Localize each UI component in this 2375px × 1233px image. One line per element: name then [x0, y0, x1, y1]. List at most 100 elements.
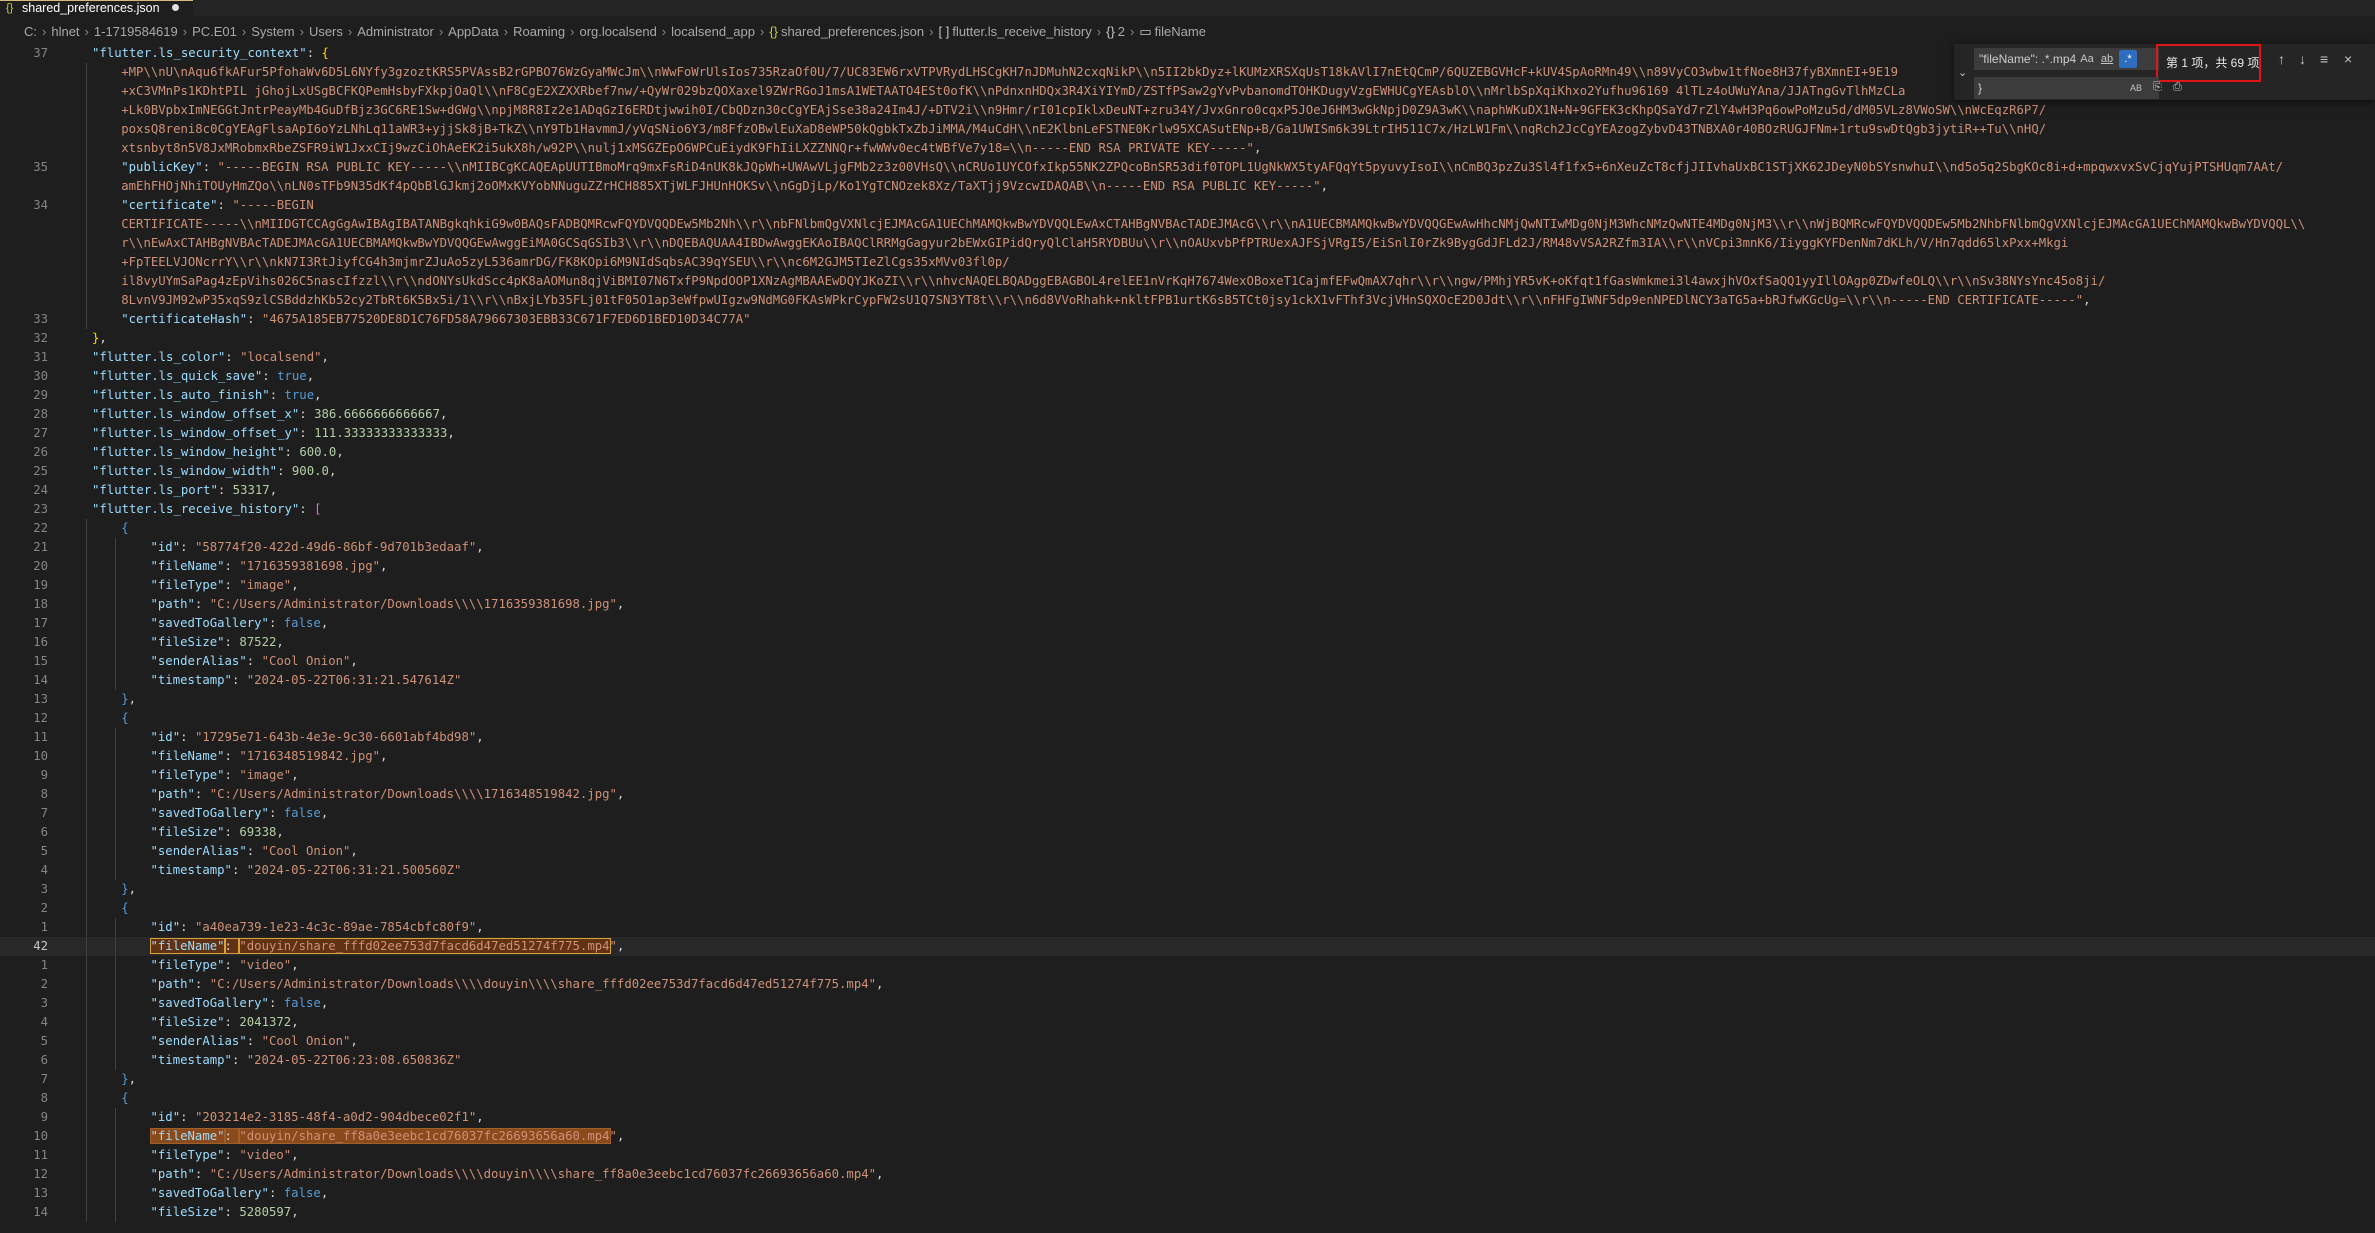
breadcrumb-item[interactable]: Users: [309, 24, 343, 39]
code-line[interactable]: 8 "path": "C:/Users/Administrator/Downloa…: [0, 785, 2375, 804]
previous-match-icon[interactable]: ↑: [2278, 52, 2285, 66]
breadcrumb-item[interactable]: 1-1719584619: [94, 24, 178, 39]
code-line[interactable]: 15 "senderAlias": "Cool Onion",: [0, 652, 2375, 671]
code-line[interactable]: 10 "fileName": "1716348519842.jpg",: [0, 747, 2375, 766]
regex-toggle[interactable]: .*: [2119, 50, 2137, 68]
code-line[interactable]: 4 "timestamp": "2024-05-22T06:31:21.50056…: [0, 861, 2375, 880]
code-line[interactable]: 32},: [0, 329, 2375, 348]
code-line[interactable]: 24 "flutter.ls_port": 53317,: [0, 481, 2375, 500]
unsaved-dot-icon[interactable]: [172, 4, 180, 11]
code-token: ,: [320, 616, 329, 630]
breadcrumb-item[interactable]: C:: [24, 24, 37, 39]
breadcrumb-item[interactable]: {} 2: [1106, 24, 1125, 39]
code-token: "savedToGallery": [150, 806, 269, 820]
code-line[interactable]: 4 "fileSize": 2041372,: [0, 1013, 2375, 1032]
breadcrumb-item[interactable]: PC.E01: [192, 24, 237, 39]
code-text: "certificateHash": "4675A185EB77520DE8D1…: [121, 310, 750, 329]
code-line[interactable]: +Lk0BVpbxImNEGGtJntrPeayMb4GuDfBjz3GC6RE…: [0, 101, 2375, 120]
breadcrumb-item[interactable]: localsend_app: [671, 24, 755, 39]
breadcrumb-item[interactable]: {} shared_preferences.json: [769, 24, 924, 39]
code-line[interactable]: poxsQ8reni8c0CgYEAgFlsaApI6oYzLNhLq11aWR…: [0, 120, 2375, 139]
code-line[interactable]: 9 "id": "203214e2-3185-48f4-a0d2-904dbece…: [0, 1108, 2375, 1127]
match-word-toggle[interactable]: ab: [2099, 50, 2115, 68]
code-line[interactable]: 8LvnV9JM92wP35xqS9zlCSBddzhKb52cy2TbRt6K…: [0, 291, 2375, 310]
match-case-toggle[interactable]: Aa: [2079, 50, 2095, 68]
preserve-case-toggle[interactable]: AB: [2130, 83, 2142, 93]
code-token: ,: [291, 768, 299, 782]
code-line[interactable]: 11 "fileType": "video",: [0, 1146, 2375, 1165]
code-line[interactable]: 25 "flutter.ls_window_width": 900.0,: [0, 462, 2375, 481]
code-line[interactable]: 3 "savedToGallery": false,: [0, 994, 2375, 1013]
replace-all-icon[interactable]: ⎙: [2173, 81, 2182, 94]
code-line[interactable]: 18 "path": "C:/Users/Administrator/Downlo…: [0, 595, 2375, 614]
breadcrumb-item[interactable]: Administrator: [357, 24, 434, 39]
breadcrumb-item[interactable]: hlnet: [51, 24, 79, 39]
find-in-selection-icon[interactable]: ≡: [2320, 52, 2328, 66]
code-line[interactable]: 11 "id": "17295e71-643b-4e3e-9c30-6601abf…: [0, 728, 2375, 747]
code-line[interactable]: 22 {: [0, 519, 2375, 538]
code-token: ,: [476, 1110, 484, 1124]
indent-guide: [115, 975, 117, 994]
code-line[interactable]: 16 "fileSize": 87522,: [0, 633, 2375, 652]
code-text: "id": "58774f20-422d-49d6-86bf-9d701b3ed…: [151, 538, 484, 557]
code-line[interactable]: 17 "savedToGallery": false,: [0, 614, 2375, 633]
code-line[interactable]: 13},: [0, 690, 2375, 709]
code-line[interactable]: 1 "id": "a40ea739-1e23-4c3c-89ae-7854cbfc…: [0, 918, 2375, 937]
code-line[interactable]: 23 "flutter.ls_receive_history": [: [0, 500, 2375, 519]
code-line[interactable]: 21 "id": "58774f20-422d-49d6-86bf-9d701b3…: [0, 538, 2375, 557]
code-line[interactable]: 14 "timestamp": "2024-05-22T06:31:21.5476…: [0, 671, 2375, 690]
tab-shared-preferences[interactable]: {} shared_preferences.json: [0, 0, 194, 16]
code-line[interactable]: 6 "timestamp": "2024-05-22T06:23:08.65083…: [0, 1051, 2375, 1070]
code-line[interactable]: 3},: [0, 880, 2375, 899]
breadcrumb-item[interactable]: org.localsend: [579, 24, 656, 39]
code-line[interactable]: 20 "fileName": "1716359381698.jpg",: [0, 557, 2375, 576]
breadcrumb-item[interactable]: Roaming: [513, 24, 565, 39]
code-editor[interactable]: 37 "flutter.ls_security_context": {+MP\\n…: [0, 44, 2375, 1233]
code-line[interactable]: 5 "senderAlias": "Cool Onion",: [0, 1032, 2375, 1051]
code-text: {: [121, 709, 128, 728]
code-line[interactable]: 8{: [0, 1089, 2375, 1108]
code-line[interactable]: 27 "flutter.ls_window_offset_y": 111.3333…: [0, 424, 2375, 443]
code-line[interactable]: CERTIFICATE-----\\nMIIDGTCCAgGgAwIBAgIBA…: [0, 215, 2375, 234]
breadcrumb-item[interactable]: [ ] flutter.ls_receive_history: [938, 24, 1091, 39]
code-token: CERTIFICATE-----\\nMIIDGTCCAgGgAwIBAgIBA…: [121, 217, 2306, 231]
code-line[interactable]: 31 "flutter.ls_color": "localsend",: [0, 348, 2375, 367]
breadcrumb-item[interactable]: AppData: [448, 24, 499, 39]
close-icon[interactable]: ×: [2344, 52, 2352, 66]
code-line[interactable]: xtsnbyt8n5V8JxMRobmxRbeZSFR9iW1JxxCIj9wz…: [0, 139, 2375, 158]
code-line[interactable]: 12 {: [0, 709, 2375, 728]
code-line[interactable]: 12 "path": "C:/Users/Administrator/Downlo…: [0, 1165, 2375, 1184]
code-line[interactable]: 26 "flutter.ls_window_height": 600.0,: [0, 443, 2375, 462]
code-line[interactable]: 9 "fileType": "image",: [0, 766, 2375, 785]
code-line[interactable]: 6 "fileSize": 69338,: [0, 823, 2375, 842]
code-line[interactable]: 33 "certificateHash": "4675A185EB77520DE8…: [0, 310, 2375, 329]
code-line[interactable]: 2{: [0, 899, 2375, 918]
next-match-icon[interactable]: ↓: [2299, 52, 2306, 66]
code-line[interactable]: 2 "path": "C:/Users/Administrator/Downloa…: [0, 975, 2375, 994]
code-line[interactable]: 30 "flutter.ls_quick_save": true,: [0, 367, 2375, 386]
code-line[interactable]: 19 "fileType": "image",: [0, 576, 2375, 595]
code-line[interactable]: 29 "flutter.ls_auto_finish": true,: [0, 386, 2375, 405]
replace-icon[interactable]: ⎘: [2153, 81, 2162, 94]
code-line[interactable]: 14 "fileSize": 5280597,: [0, 1203, 2375, 1222]
code-token: "localsend": [240, 350, 322, 364]
code-line[interactable]: 5 "senderAlias": "Cool Onion",: [0, 842, 2375, 861]
code-line[interactable]: r\\nEwAxCTAHBgNVBAcTADEJMAcGA1UECBMAMQkw…: [0, 234, 2375, 253]
code-line[interactable]: amEhFHOjNhiTOUyHmZQo\\nLN0sTFb9N35dKf4pQ…: [0, 177, 2375, 196]
code-line[interactable]: 7},: [0, 1070, 2375, 1089]
code-line[interactable]: 13 "savedToGallery": false,: [0, 1184, 2375, 1203]
breadcrumb-item[interactable]: System: [251, 24, 294, 39]
code-line[interactable]: 28 "flutter.ls_window_offset_x": 386.6666…: [0, 405, 2375, 424]
code-line[interactable]: 42 "fileName": "douyin/share_fffd02ee753d…: [0, 937, 2375, 956]
code-line[interactable]: 10 "fileName": "douyin/share_ff8a0e3eebc1…: [0, 1127, 2375, 1146]
code-line[interactable]: 7 "savedToGallery": false,: [0, 804, 2375, 823]
code-line[interactable]: +FpTEELVJONcrrY\\r\\nkN7I3RtJiyfCG4h3mjm…: [0, 253, 2375, 272]
indent-guide: [86, 196, 87, 215]
code-line[interactable]: il8vyUYmSaPag4zEpVihs026C5nascIfzzl\\r\\…: [0, 272, 2375, 291]
indent-guide: [115, 557, 117, 576]
toggle-replace-chevron-icon[interactable]: ⌄: [1958, 66, 1970, 79]
code-line[interactable]: 35 "publicKey": "-----BEGIN RSA PUBLIC KE…: [0, 158, 2375, 177]
breadcrumb-item[interactable]: ▭ fileName: [1139, 24, 1206, 39]
code-line[interactable]: 34 "certificate": "-----BEGIN: [0, 196, 2375, 215]
code-line[interactable]: 1 "fileType": "video",: [0, 956, 2375, 975]
